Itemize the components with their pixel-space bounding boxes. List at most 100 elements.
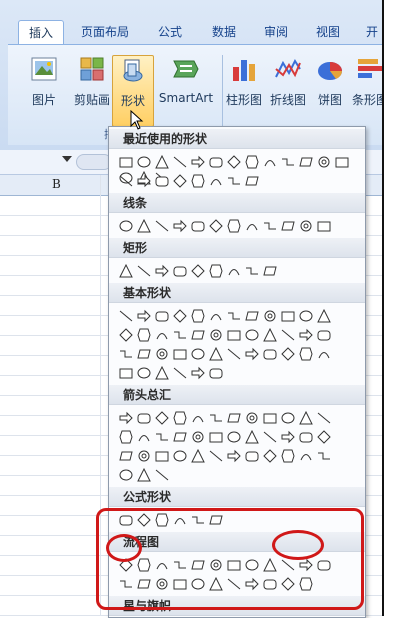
shape-item[interactable]	[263, 347, 277, 361]
shape-item[interactable]	[191, 309, 205, 323]
shape-item[interactable]	[155, 309, 169, 323]
shape-item[interactable]	[245, 449, 259, 463]
name-box-dropdown-icon[interactable]	[62, 156, 72, 162]
shape-item[interactable]	[263, 155, 277, 169]
shape-item[interactable]	[227, 430, 241, 444]
shape-item[interactable]	[155, 430, 169, 444]
shape-item[interactable]	[137, 347, 151, 361]
shape-item[interactable]	[155, 328, 169, 342]
shape-item[interactable]	[209, 347, 223, 361]
shape-item[interactable]	[191, 174, 205, 188]
tab-insert[interactable]: 插入	[18, 20, 64, 45]
shape-item[interactable]	[137, 174, 151, 188]
shape-item[interactable]	[173, 449, 187, 463]
shape-item[interactable]	[299, 411, 313, 425]
picture-button[interactable]: 图片	[22, 55, 66, 125]
shape-item[interactable]	[299, 219, 313, 233]
shape-item[interactable]	[119, 309, 133, 323]
tab-developer[interactable]: 开	[362, 20, 382, 44]
shape-item[interactable]	[245, 430, 259, 444]
formula-bar-divider[interactable]	[76, 154, 112, 170]
shape-item[interactable]	[191, 219, 205, 233]
shape-item[interactable]	[155, 347, 169, 361]
smartart-button[interactable]: SmartArt	[156, 55, 216, 125]
shape-item[interactable]	[137, 155, 151, 169]
shape-item[interactable]	[281, 155, 295, 169]
shape-item[interactable]	[245, 328, 259, 342]
shape-item[interactable]	[173, 430, 187, 444]
shape-item[interactable]	[317, 449, 331, 463]
shape-item[interactable]	[137, 366, 151, 380]
clipart-button[interactable]: 剪贴画	[68, 55, 116, 125]
shape-item[interactable]	[227, 328, 241, 342]
shape-item[interactable]	[245, 347, 259, 361]
shape-item[interactable]	[227, 174, 241, 188]
shape-item[interactable]	[155, 219, 169, 233]
shape-item[interactable]	[137, 328, 151, 342]
shape-item[interactable]	[281, 309, 295, 323]
shape-item[interactable]	[173, 264, 187, 278]
shape-item[interactable]	[155, 155, 169, 169]
shape-item[interactable]	[119, 219, 133, 233]
shape-item[interactable]	[173, 174, 187, 188]
shape-item[interactable]	[245, 219, 259, 233]
shape-item[interactable]	[191, 328, 205, 342]
shape-item[interactable]	[173, 309, 187, 323]
shape-item[interactable]	[209, 366, 223, 380]
shape-item[interactable]	[317, 309, 331, 323]
shape-item[interactable]	[191, 155, 205, 169]
shape-item[interactable]	[317, 328, 331, 342]
shape-item[interactable]	[155, 449, 169, 463]
shape-item[interactable]	[263, 309, 277, 323]
shape-item[interactable]	[263, 411, 277, 425]
shape-item[interactable]	[209, 430, 223, 444]
shape-item[interactable]	[155, 366, 169, 380]
column-chart-button[interactable]: 柱形图	[222, 55, 266, 125]
shape-item[interactable]	[209, 219, 223, 233]
shape-item[interactable]	[191, 411, 205, 425]
shape-item[interactable]	[137, 468, 151, 482]
shape-item[interactable]	[191, 449, 205, 463]
shape-item[interactable]	[119, 468, 133, 482]
shape-item[interactable]	[119, 411, 133, 425]
shape-item[interactable]	[119, 430, 133, 444]
shape-item[interactable]	[155, 174, 169, 188]
shape-item[interactable]	[335, 155, 349, 169]
column-b-header[interactable]: B	[52, 177, 61, 191]
shape-item[interactable]	[263, 449, 277, 463]
shape-item[interactable]	[155, 264, 169, 278]
shape-item[interactable]	[137, 264, 151, 278]
shape-item[interactable]	[317, 155, 331, 169]
shape-item[interactable]	[281, 411, 295, 425]
shape-item[interactable]	[227, 347, 241, 361]
shape-item[interactable]	[119, 264, 133, 278]
shape-item[interactable]	[281, 347, 295, 361]
shape-item[interactable]	[299, 155, 313, 169]
pie-chart-button[interactable]: 饼图	[312, 55, 348, 125]
shape-item[interactable]	[155, 468, 169, 482]
shape-item[interactable]	[263, 328, 277, 342]
tab-data[interactable]: 数据	[204, 20, 244, 44]
shape-item[interactable]	[155, 411, 169, 425]
shape-item[interactable]	[173, 155, 187, 169]
shape-item[interactable]	[245, 155, 259, 169]
shape-item[interactable]	[137, 309, 151, 323]
shape-item[interactable]	[227, 219, 241, 233]
shape-item[interactable]	[191, 264, 205, 278]
shape-item[interactable]	[209, 411, 223, 425]
shape-item[interactable]	[263, 264, 277, 278]
shape-item[interactable]	[299, 309, 313, 323]
shape-item[interactable]	[227, 411, 241, 425]
shape-item[interactable]	[191, 430, 205, 444]
shape-item[interactable]	[317, 430, 331, 444]
shape-item[interactable]	[191, 366, 205, 380]
shape-item[interactable]	[227, 309, 241, 323]
shape-item[interactable]	[281, 449, 295, 463]
shape-item[interactable]	[209, 155, 223, 169]
shape-item[interactable]	[317, 347, 331, 361]
shape-item[interactable]	[119, 366, 133, 380]
shape-item[interactable]	[227, 155, 241, 169]
shape-item[interactable]	[119, 174, 133, 188]
shape-item[interactable]	[119, 347, 133, 361]
shape-item[interactable]	[263, 430, 277, 444]
